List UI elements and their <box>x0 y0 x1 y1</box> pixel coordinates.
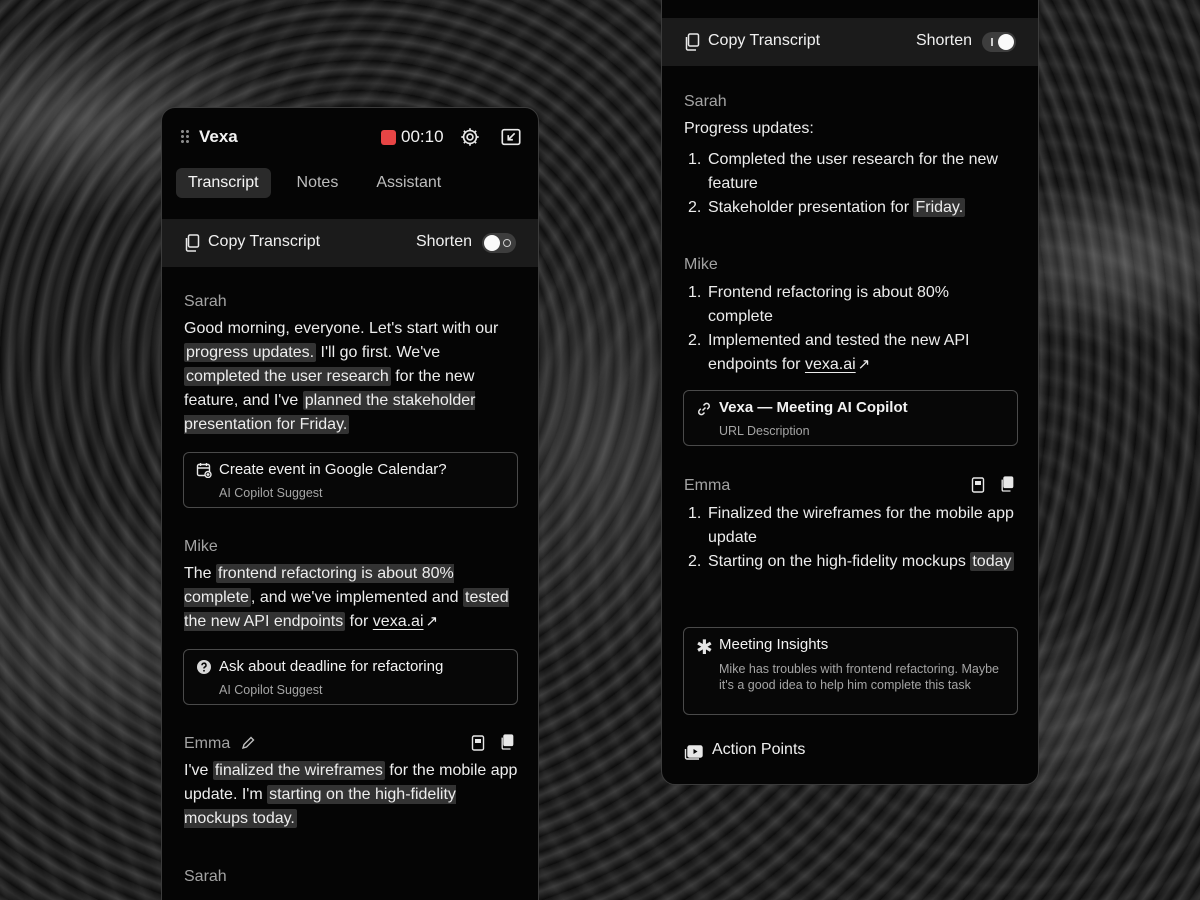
external-link-icon[interactable]: ↗ <box>858 353 871 377</box>
transcript-toolbar: Copy Transcript Shorten <box>162 219 538 267</box>
speaker-name: Mike <box>684 256 718 273</box>
shorten-label: Shorten <box>915 32 972 49</box>
recording-timer: 00:10 <box>401 127 444 146</box>
shorten-toggle[interactable] <box>982 32 1016 52</box>
copy-icon[interactable] <box>184 234 200 252</box>
gear-icon[interactable] <box>459 126 481 148</box>
suggestion-subtitle: AI Copilot Suggest <box>219 486 323 500</box>
panel-header: Vexa 00:10 <box>162 108 538 166</box>
tab-notes[interactable]: Notes <box>285 168 351 198</box>
question-icon <box>197 660 211 674</box>
suggestion-title: Create event in Google Calendar? <box>219 461 447 478</box>
speaker-name: Emma <box>184 735 518 753</box>
suggestion-create-event[interactable]: Create event in Google Calendar? AI Copi… <box>183 452 518 508</box>
transcript-block-sarah-2: Sarah <box>184 868 518 886</box>
transcript-panel: Vexa 00:10 Transcript Notes Assistant Co… <box>161 107 539 900</box>
summary-block-sarah: Sarah Progress updates: <box>684 93 1018 141</box>
note-icon[interactable] <box>471 735 485 751</box>
url-card-subtitle: URL Description <box>719 424 810 438</box>
tab-assistant[interactable]: Assistant <box>364 168 453 198</box>
meeting-insights-card[interactable]: ✱ Meeting Insights Mike has troubles wit… <box>683 627 1018 715</box>
speaker-name: Emma <box>684 477 731 494</box>
shorten-label: Shorten <box>415 233 472 250</box>
summary-list-mike: 1. Frontend refactoring is about 80% comp… <box>684 281 1014 377</box>
transcript-text: Good morning, everyone. Let's start with… <box>184 320 499 434</box>
shortened-transcript-panel: Copy Transcript Shorten Sarah Progress u… <box>661 0 1039 785</box>
record-stop-icon[interactable] <box>381 130 396 145</box>
link-icon <box>698 402 710 416</box>
transcript-block-mike: Mike The frontend refactoring is about 8… <box>184 538 518 634</box>
transcript-toolbar: Copy Transcript Shorten <box>662 18 1038 66</box>
suggestion-ask-deadline[interactable]: Ask about deadline for refactoring AI Co… <box>183 649 518 705</box>
list-item: 1. Frontend refactoring is about 80% comp… <box>688 284 950 325</box>
highlight[interactable]: completed the user research <box>184 367 391 386</box>
transcript-block-sarah: Sarah Good morning, everyone. Let's star… <box>184 293 518 437</box>
summary-list-sarah: 1. Completed the user research for the ne… <box>684 148 1014 220</box>
summary-block-mike: Mike <box>684 256 1018 274</box>
speaker-name: Sarah <box>684 93 727 110</box>
drag-handle-icon[interactable] <box>180 129 190 145</box>
highlight[interactable]: Friday. <box>913 198 966 217</box>
minimize-window-icon[interactable] <box>500 126 522 148</box>
highlight[interactable]: today <box>970 552 1014 571</box>
external-link-icon[interactable]: ↗ <box>426 610 439 634</box>
note-icon[interactable] <box>971 477 985 493</box>
insights-title: Meeting Insights <box>719 636 829 653</box>
copy-icon[interactable] <box>500 734 514 750</box>
speaker-name: Sarah <box>184 293 227 310</box>
tab-bar: Transcript Notes Assistant <box>176 168 453 198</box>
action-points-label: Action Points <box>712 741 806 758</box>
summary-block-emma: Emma <box>684 477 1018 495</box>
summary-intro: Progress updates: <box>684 120 814 137</box>
transcript-text: The frontend refactoring is about 80% co… <box>184 562 518 634</box>
edit-pencil-icon[interactable] <box>241 736 255 750</box>
transcript-text: I've finalized the wireframes for the mo… <box>184 761 518 828</box>
action-points-icon <box>684 745 703 760</box>
transcript-block-emma: Emma I've finalized the wireframes for t… <box>184 735 518 831</box>
speaker-name: Sarah <box>184 868 227 885</box>
copy-icon[interactable] <box>684 33 700 51</box>
speaker-name: Mike <box>184 538 218 555</box>
vexa-link[interactable]: vexa.ai <box>373 613 424 630</box>
summary-list-emma: 1. Finalized the wireframes for the mobil… <box>684 502 1014 574</box>
copy-transcript-button[interactable]: Copy Transcript <box>208 233 320 251</box>
shorten-toggle[interactable] <box>482 233 516 253</box>
calendar-icon <box>196 463 212 478</box>
list-item: 1. Completed the user research for the ne… <box>688 151 998 192</box>
tab-transcript[interactable]: Transcript <box>176 168 271 198</box>
app-title: Vexa <box>199 127 238 146</box>
list-item: 2. Starting on the high-fidelity mockups … <box>688 552 1014 571</box>
suggestion-subtitle: AI Copilot Suggest <box>219 683 323 697</box>
asterisk-icon: ✱ <box>696 637 713 659</box>
url-preview-card[interactable]: Vexa — Meeting AI Copilot URL Descriptio… <box>683 390 1018 446</box>
copy-transcript-button[interactable]: Copy Transcript <box>708 32 820 50</box>
copy-icon[interactable] <box>1000 476 1014 492</box>
list-item: 2. Implemented and tested the new API end… <box>684 329 1014 377</box>
list-item: 1. Finalized the wireframes for the mobil… <box>688 505 1014 546</box>
vexa-link[interactable]: vexa.ai <box>805 356 856 373</box>
url-card-title: Vexa — Meeting AI Copilot <box>719 399 908 416</box>
list-item: 2. Stakeholder presentation for Friday. <box>688 198 966 217</box>
suggestion-title: Ask about deadline for refactoring <box>219 658 444 675</box>
highlight[interactable]: progress updates. <box>184 343 317 362</box>
highlight[interactable]: finalized the wireframes <box>212 761 385 780</box>
insights-body: Mike has troubles with frontend refactor… <box>719 662 999 692</box>
